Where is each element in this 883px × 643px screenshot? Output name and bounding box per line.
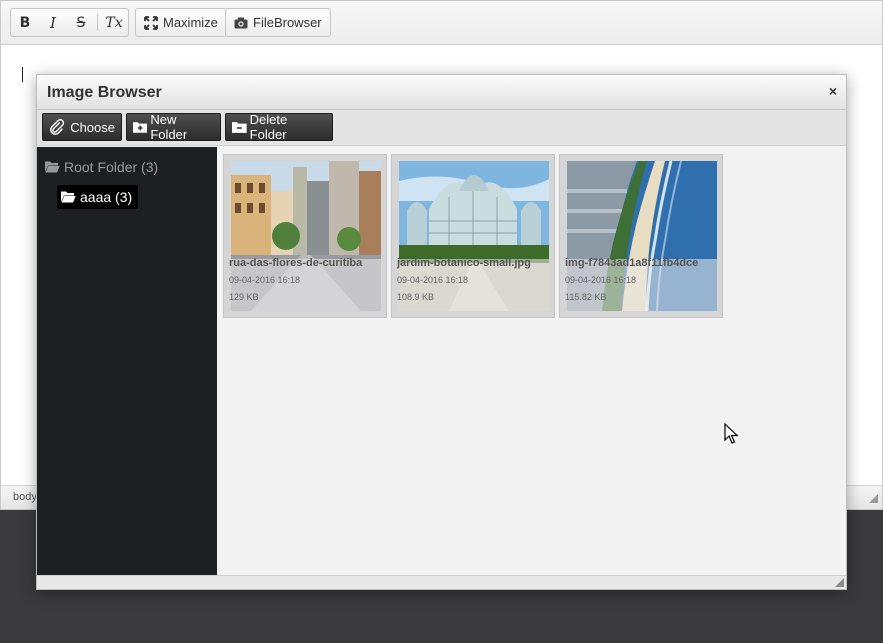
mouse-cursor-icon [724,423,738,444]
file-grid: rua-das-flores-de-curitiba 09-04-2016 16… [217,147,846,575]
file-tile[interactable]: rua-das-flores-de-curitiba 09-04-2016 16… [223,154,387,318]
folder-root-item[interactable]: Root Folder (3) [45,159,158,175]
file-name: jardim-botanico-small.jpg [397,257,531,269]
file-tile[interactable]: img-f7843ad1a8f11fb4dce 09-04-2016 16:18… [559,154,723,318]
maximize-button[interactable]: Maximize [136,9,226,36]
dialog-footer [37,575,846,589]
editor-toolbar: B I S Tx Maximize FileBrowser [1,1,882,45]
folder-root-label: Root Folder (3) [64,159,159,175]
maximize-group: Maximize [135,8,227,37]
open-folder-icon [61,191,76,203]
new-folder-button[interactable]: New Folder [126,112,221,142]
folder-sub-item[interactable]: aaaa (3) [57,185,139,209]
file-name: img-f7843ad1a8f11fb4dce [565,257,699,269]
italic-icon: I [50,13,56,32]
dialog-resize-handle[interactable] [835,578,844,587]
image-thumbnail [567,161,717,311]
folder-sub-label: aaaa (3) [80,189,133,205]
toolbar-separator [97,14,98,31]
image-thumbnail [399,161,549,311]
image-browser-dialog: Image Browser × Choose New Folder Delete… [36,74,847,590]
bold-button[interactable]: B [11,9,39,36]
filebrowser-label: FileBrowser [253,15,322,30]
paperclip-icon [50,119,65,135]
element-path[interactable]: body [13,491,37,503]
maximize-label: Maximize [163,15,218,30]
file-tile[interactable]: jardim-botanico-small.jpg 09-04-2016 16:… [391,154,555,318]
remove-format-button[interactable]: Tx [100,9,128,36]
file-size: 115.82 KB [565,292,607,302]
file-name: rua-das-flores-de-curitiba [229,257,363,269]
remove-format-icon: Tx [105,14,123,31]
file-date: 09-04-2016 16:18 [397,275,469,285]
dialog-title: Image Browser [47,84,162,101]
file-date: 09-04-2016 16:18 [565,275,637,285]
camera-icon [234,17,248,28]
dialog-toolbar: Choose New Folder Delete Folder [37,110,846,146]
image-thumbnail [231,161,381,311]
file-size: 129 KB [229,292,259,302]
editor-resize-handle[interactable] [869,494,878,503]
folder-tree: Root Folder (3) aaaa (3) [37,147,217,575]
new-folder-label: New Folder [150,112,188,142]
folder-plus-icon [133,122,148,133]
filebrowser-group: FileBrowser [225,8,331,37]
dialog-header[interactable]: Image Browser × [37,75,846,110]
text-caret [22,67,23,82]
filebrowser-button[interactable]: FileBrowser [226,9,330,36]
file-size: 108.9 KB [397,292,435,302]
bold-icon: B [19,14,31,31]
delete-folder-button[interactable]: Delete Folder [225,112,333,142]
maximize-icon [144,15,158,30]
choose-button[interactable]: Choose [42,113,122,141]
close-icon[interactable]: × [829,83,837,99]
open-folder-icon [45,161,60,173]
format-button-group: B I S Tx [10,8,129,37]
strikethrough-icon: S [76,14,86,31]
file-date: 09-04-2016 16:18 [229,275,301,285]
italic-button[interactable]: I [39,9,67,36]
folder-minus-icon [232,122,247,133]
choose-label: Choose [70,119,115,135]
delete-folder-label: Delete Folder [249,112,288,142]
strikethrough-button[interactable]: S [67,9,95,36]
